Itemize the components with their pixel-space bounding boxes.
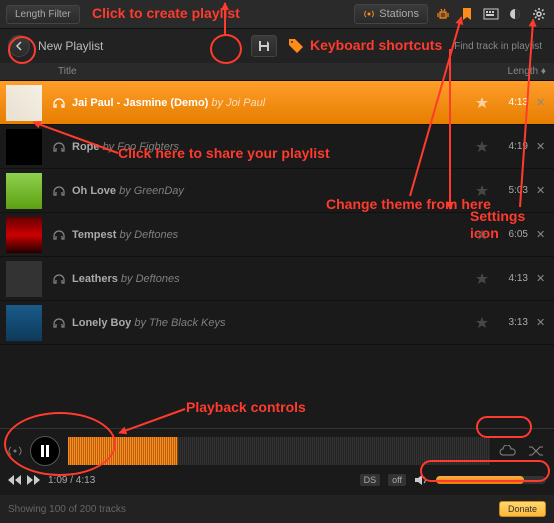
length-filter-button[interactable]: Length Filter — [6, 5, 80, 24]
cloud-icon[interactable] — [498, 443, 518, 459]
track-row[interactable]: Lonely Boy by The Black Keys 3:13 ✕ — [0, 301, 554, 345]
track-length: 6:05 — [496, 229, 528, 240]
star-icon[interactable] — [476, 97, 488, 109]
track-title: Lonely Boy by The Black Keys — [72, 317, 476, 329]
theme-icon[interactable] — [506, 5, 524, 23]
bookmark-icon[interactable] — [458, 5, 476, 23]
album-art — [6, 217, 42, 253]
broadcast-icon — [363, 8, 375, 20]
track-title: Jai Paul - Jasmine (Demo) by Joi Paul — [72, 97, 476, 109]
star-icon[interactable] — [476, 273, 488, 285]
headphone-icon — [52, 272, 66, 286]
stations-label: Stations — [379, 8, 419, 20]
track-length: 3:13 — [496, 317, 528, 328]
track-row[interactable]: Rope by Foo Fighters 4:19 ✕ — [0, 125, 554, 169]
footer: Showing 100 of 200 tracks Donate — [0, 495, 554, 523]
track-length: 4:19 — [496, 141, 528, 152]
showing-count: Showing 100 of 200 tracks — [8, 504, 126, 515]
remove-track-icon[interactable]: ✕ — [536, 140, 548, 153]
settings-icon[interactable] — [530, 5, 548, 23]
next-button[interactable] — [26, 475, 40, 485]
headphone-icon — [52, 184, 66, 198]
off-toggle[interactable]: off — [388, 474, 406, 486]
track-length: 4:13 — [496, 97, 528, 108]
time-display: 1:09 / 4:13 — [48, 475, 95, 486]
waveform-seek[interactable] — [68, 437, 490, 465]
album-art — [6, 173, 42, 209]
star-icon[interactable] — [476, 317, 488, 329]
track-length: 5:03 — [496, 185, 528, 196]
playlist-name: New Playlist — [38, 39, 103, 53]
track-length: 4:13 — [496, 273, 528, 284]
stations-button[interactable]: Stations — [354, 4, 428, 24]
donate-button[interactable]: Donate — [499, 501, 546, 517]
headphone-icon — [52, 228, 66, 242]
track-title: Rope by Foo Fighters — [72, 141, 476, 153]
search-input[interactable]: Find track in playlist — [454, 41, 542, 52]
player: 1:09 / 4:13 DS off — [0, 428, 554, 495]
star-icon[interactable] — [476, 141, 488, 153]
volume-slider[interactable] — [436, 476, 546, 484]
shuffle-icon[interactable] — [526, 443, 546, 459]
track-row[interactable]: Jai Paul - Jasmine (Demo) by Joi Paul 4:… — [0, 81, 554, 125]
remove-track-icon[interactable]: ✕ — [536, 96, 548, 109]
album-art — [6, 129, 42, 165]
headphone-icon — [52, 316, 66, 330]
track-list: Jai Paul - Jasmine (Demo) by Joi Paul 4:… — [0, 81, 554, 345]
volume-icon[interactable] — [414, 474, 428, 486]
save-playlist-button[interactable] — [251, 35, 277, 57]
keyboard-icon[interactable] — [482, 5, 500, 23]
track-title: Leathers by Deftones — [72, 273, 476, 285]
star-icon[interactable] — [476, 229, 488, 241]
playlist-toolbar: New Playlist Find track in playlist — [0, 29, 554, 63]
broadcast-icon — [8, 444, 22, 458]
track-row[interactable]: Tempest by Deftones 6:05 ✕ — [0, 213, 554, 257]
remove-track-icon[interactable]: ✕ — [536, 184, 548, 197]
play-pause-button[interactable] — [30, 436, 60, 466]
album-art — [6, 85, 42, 121]
album-art — [6, 261, 42, 297]
back-button[interactable] — [8, 35, 30, 57]
track-row[interactable]: Leathers by Deftones 4:13 ✕ — [0, 257, 554, 301]
annotation-playback: Playback controls — [186, 399, 306, 415]
headphone-icon — [52, 140, 66, 154]
remove-track-icon[interactable]: ✕ — [536, 272, 548, 285]
android-icon[interactable] — [434, 5, 452, 23]
column-title[interactable]: Title — [58, 66, 486, 77]
headphone-icon — [52, 96, 66, 110]
track-row[interactable]: Oh Love by GreenDay 5:03 ✕ — [0, 169, 554, 213]
remove-track-icon[interactable]: ✕ — [536, 228, 548, 241]
table-header: Title Length ♦ — [0, 63, 554, 81]
track-title: Tempest by Deftones — [72, 229, 476, 241]
top-header: Length Filter Stations — [0, 0, 554, 29]
ds-toggle[interactable]: DS — [360, 474, 381, 486]
remove-track-icon[interactable]: ✕ — [536, 316, 548, 329]
track-title: Oh Love by GreenDay — [72, 185, 476, 197]
album-art — [6, 305, 42, 341]
star-icon[interactable] — [476, 185, 488, 197]
column-length[interactable]: Length ♦ — [486, 66, 546, 77]
tag-button[interactable] — [285, 35, 307, 57]
prev-button[interactable] — [8, 475, 22, 485]
